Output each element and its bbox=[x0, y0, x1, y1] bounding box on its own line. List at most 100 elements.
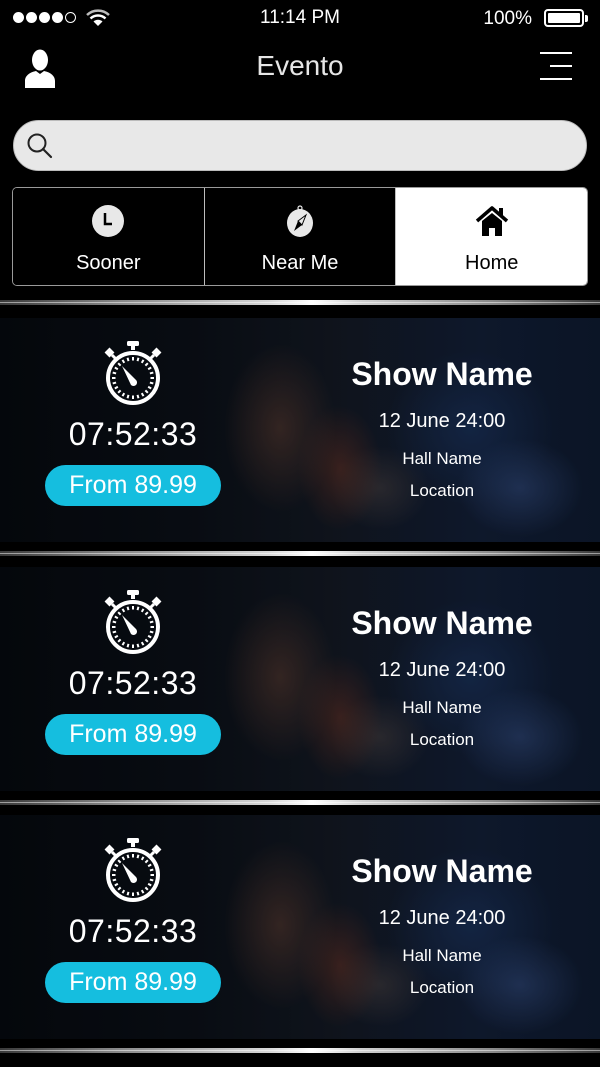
stopwatch-tick bbox=[112, 371, 117, 375]
stopwatch-tick bbox=[121, 889, 126, 894]
nav-bar: Evento bbox=[0, 38, 600, 96]
show-name: Show Name bbox=[351, 356, 533, 392]
stopwatch-tick bbox=[140, 641, 145, 646]
stopwatch-tick bbox=[144, 389, 149, 394]
stopwatch-tick bbox=[140, 889, 145, 894]
stopwatch-tick bbox=[149, 371, 154, 375]
price-button[interactable]: From 89.99 bbox=[45, 714, 221, 755]
stopwatch-tick bbox=[114, 634, 119, 639]
location: Location bbox=[409, 481, 475, 500]
stopwatch-tick bbox=[149, 868, 154, 872]
divider bbox=[0, 551, 600, 556]
stopwatch-tick bbox=[136, 394, 140, 399]
stopwatch-tick bbox=[147, 863, 152, 868]
search-icon[interactable] bbox=[26, 132, 54, 160]
tab-sooner[interactable]: Sooner bbox=[13, 188, 204, 285]
stopwatch-tick bbox=[147, 385, 152, 390]
battery-icon bbox=[544, 9, 588, 27]
stopwatch-tick bbox=[126, 643, 130, 648]
status-bar: 11:14 PM 100% bbox=[0, 0, 600, 36]
stopwatch-icon bbox=[104, 590, 162, 654]
event-card[interactable]: 07:52:33 From 89.99 Show Name 12 June 24… bbox=[0, 815, 600, 1039]
search-input[interactable] bbox=[64, 121, 566, 170]
location: Location bbox=[409, 730, 475, 749]
stopwatch-tick bbox=[147, 634, 152, 639]
stopwatch-tick bbox=[114, 615, 119, 620]
tab-label: Near Me bbox=[261, 252, 339, 274]
stopwatch-tick bbox=[149, 630, 154, 634]
show-date: 12 June 24:00 bbox=[378, 410, 506, 432]
countdown-timer: 07:52:33 bbox=[68, 913, 198, 949]
stopwatch-tick bbox=[136, 606, 140, 611]
tab-near-me[interactable]: Near Me bbox=[203, 188, 396, 285]
stopwatch-icon bbox=[104, 341, 162, 405]
stopwatch-tick bbox=[126, 854, 130, 859]
category-tabs: Sooner Near Me Home bbox=[12, 187, 588, 286]
hamburger-menu-icon[interactable] bbox=[540, 52, 572, 80]
show-name: Show Name bbox=[351, 605, 533, 641]
price-button[interactable]: From 89.99 bbox=[45, 465, 221, 506]
location: Location bbox=[409, 978, 475, 997]
stopwatch-tick bbox=[114, 385, 119, 390]
stopwatch-tick bbox=[147, 615, 152, 620]
countdown-timer: 07:52:33 bbox=[68, 665, 198, 701]
stopwatch-tick bbox=[126, 891, 130, 896]
stopwatch-icon bbox=[104, 838, 162, 902]
stopwatch-tick bbox=[144, 611, 149, 616]
stopwatch-tick bbox=[112, 381, 117, 385]
hall-name: Hall Name bbox=[402, 449, 482, 468]
stopwatch-tick bbox=[114, 882, 119, 887]
divider bbox=[0, 1048, 600, 1053]
price-button[interactable]: From 89.99 bbox=[45, 962, 221, 1003]
clock-icon bbox=[92, 205, 125, 237]
stopwatch-tick bbox=[144, 638, 149, 643]
battery-percent: 100% bbox=[483, 8, 532, 29]
stopwatch-tick bbox=[140, 608, 145, 613]
stopwatch-tick bbox=[136, 357, 140, 362]
search-bar[interactable] bbox=[13, 120, 587, 171]
stopwatch-tick bbox=[136, 854, 140, 859]
stopwatch-tick bbox=[117, 389, 122, 394]
stopwatch-tick bbox=[121, 608, 126, 613]
show-date: 12 June 24:00 bbox=[378, 659, 506, 681]
stopwatch-tick bbox=[140, 359, 145, 364]
tab-label: Home bbox=[465, 252, 519, 274]
stopwatch-tick bbox=[144, 362, 149, 367]
stopwatch-tick bbox=[117, 611, 122, 616]
app-title: Evento bbox=[256, 50, 344, 81]
stopwatch-tick bbox=[117, 362, 122, 367]
stopwatch-tick bbox=[112, 630, 117, 634]
stopwatch-tick bbox=[117, 886, 122, 891]
hall-name: Hall Name bbox=[402, 698, 482, 717]
stopwatch-tick bbox=[126, 357, 130, 362]
stopwatch-tick bbox=[117, 859, 122, 864]
event-card[interactable]: 07:52:33 From 89.99 Show Name 12 June 24… bbox=[0, 567, 600, 791]
stopwatch-tick bbox=[149, 381, 154, 385]
stopwatch-tick bbox=[136, 891, 140, 896]
compass-icon bbox=[287, 205, 313, 237]
event-card[interactable]: 07:52:33 From 89.99 Show Name 12 June 24… bbox=[0, 318, 600, 542]
stopwatch-tick bbox=[144, 859, 149, 864]
stopwatch-tick bbox=[112, 878, 117, 882]
stopwatch-tick bbox=[149, 878, 154, 882]
stopwatch-tick bbox=[144, 886, 149, 891]
stopwatch-tick bbox=[147, 366, 152, 371]
stopwatch-tick bbox=[149, 620, 154, 624]
show-date: 12 June 24:00 bbox=[378, 907, 506, 929]
stopwatch-tick bbox=[121, 392, 126, 397]
stopwatch-tick bbox=[114, 366, 119, 371]
home-icon bbox=[475, 206, 508, 236]
stopwatch-tick bbox=[117, 638, 122, 643]
tab-home[interactable]: Home bbox=[395, 188, 587, 285]
stopwatch-tick bbox=[121, 856, 126, 861]
stopwatch-tick bbox=[112, 620, 117, 624]
stopwatch-tick bbox=[112, 868, 117, 872]
divider bbox=[0, 300, 600, 305]
stopwatch-tick bbox=[140, 392, 145, 397]
stopwatch-tick bbox=[126, 606, 130, 611]
stopwatch-tick bbox=[126, 394, 130, 399]
stopwatch-tick bbox=[140, 856, 145, 861]
stopwatch-tick bbox=[121, 359, 126, 364]
divider bbox=[0, 800, 600, 805]
stopwatch-tick bbox=[136, 643, 140, 648]
